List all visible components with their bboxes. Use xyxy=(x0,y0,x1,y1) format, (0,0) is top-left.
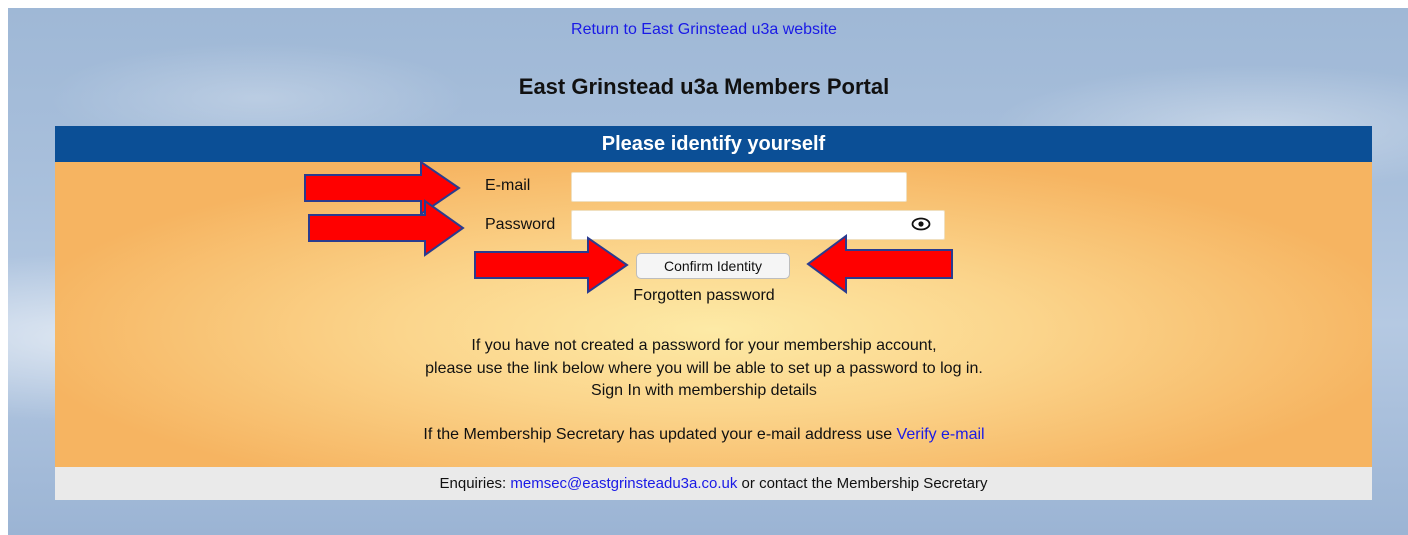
verify-email-row: If the Membership Secretary has updated … xyxy=(0,426,1408,444)
password-label: Password xyxy=(485,216,556,233)
panel-header: Please identify yourself xyxy=(55,126,1372,162)
eye-icon[interactable] xyxy=(911,216,931,232)
page-title: East Grinstead u3a Members Portal xyxy=(518,74,890,99)
forgotten-password-link[interactable]: Forgotten password xyxy=(0,287,1408,305)
email-field[interactable] xyxy=(571,172,907,202)
email-label: E-mail xyxy=(485,177,531,194)
confirm-identity-button[interactable]: Confirm Identity xyxy=(636,253,790,279)
verify-email-link[interactable]: Verify e-mail xyxy=(897,426,985,443)
info-line-2: please use the link below where you will… xyxy=(425,360,983,377)
return-website-link[interactable]: Return to East Grinstead u3a website xyxy=(0,21,1408,39)
enquiries-prefix: Enquiries: xyxy=(439,475,511,492)
enquiries-suffix: or contact the Membership Secretary xyxy=(737,475,988,492)
red-arrow-icon xyxy=(474,236,629,294)
verify-email-text: If the Membership Secretary has updated … xyxy=(423,426,897,443)
red-arrow-icon xyxy=(806,234,953,294)
red-arrow-icon xyxy=(308,199,465,257)
login-panel xyxy=(55,162,1372,467)
enquiries-email-link[interactable]: memsec@eastgrinsteadu3a.co.uk xyxy=(510,475,737,492)
sign-in-membership-link[interactable]: Sign In with membership details xyxy=(0,382,1408,400)
enquiries-footer: Enquiries: memsec@eastgrinsteadu3a.co.uk… xyxy=(55,467,1372,500)
info-line-1: If you have not created a password for y… xyxy=(471,337,937,354)
